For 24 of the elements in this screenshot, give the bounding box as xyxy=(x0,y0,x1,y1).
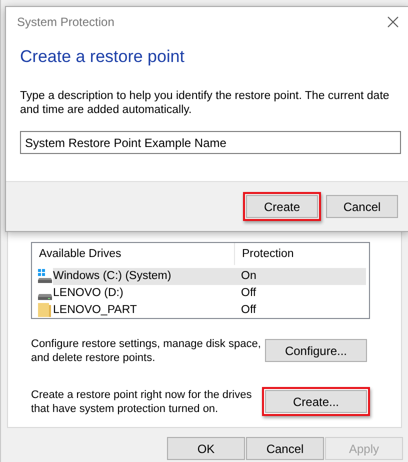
dialog-description: Type a description to help you identify the restore point. The current date and time are added automatically. xyxy=(20,89,390,117)
drive-icon xyxy=(38,294,52,300)
create-button[interactable]: Create... xyxy=(265,390,367,413)
drive-name[interactable]: LENOVO_PART xyxy=(53,302,235,318)
dialog-title: System Protection xyxy=(17,14,114,28)
column-header[interactable]: Available Drives xyxy=(32,243,235,265)
folder-icon xyxy=(36,302,52,318)
create-description: Create a restore point right now for the drives that have system protection turned on. xyxy=(31,388,253,416)
drive-name[interactable]: LENOVO (D:) xyxy=(53,284,235,302)
input-field[interactable]: System Restore Point Example Name xyxy=(20,131,401,154)
configure-button[interactable]: Configure... xyxy=(265,339,367,362)
dialog-heading: Create a restore point xyxy=(20,47,186,67)
ok-button[interactable]: OK xyxy=(167,437,245,460)
protection-status: On xyxy=(235,268,366,284)
drive-name[interactable]: Windows (C:) (System) xyxy=(53,268,235,284)
create-button[interactable]: Create xyxy=(246,195,318,218)
configure-description: Configure restore settings, manage disk space, and delete restore points. xyxy=(31,336,262,364)
protection-status: Off xyxy=(240,302,258,318)
system-drive-icon xyxy=(36,268,52,284)
close-icon[interactable] xyxy=(387,16,399,28)
column-header[interactable]: Protection xyxy=(235,243,294,265)
protection-status: Off xyxy=(240,286,258,300)
cancel-button[interactable]: Cancel xyxy=(246,437,324,460)
cancel-button[interactable]: Cancel xyxy=(326,195,398,218)
